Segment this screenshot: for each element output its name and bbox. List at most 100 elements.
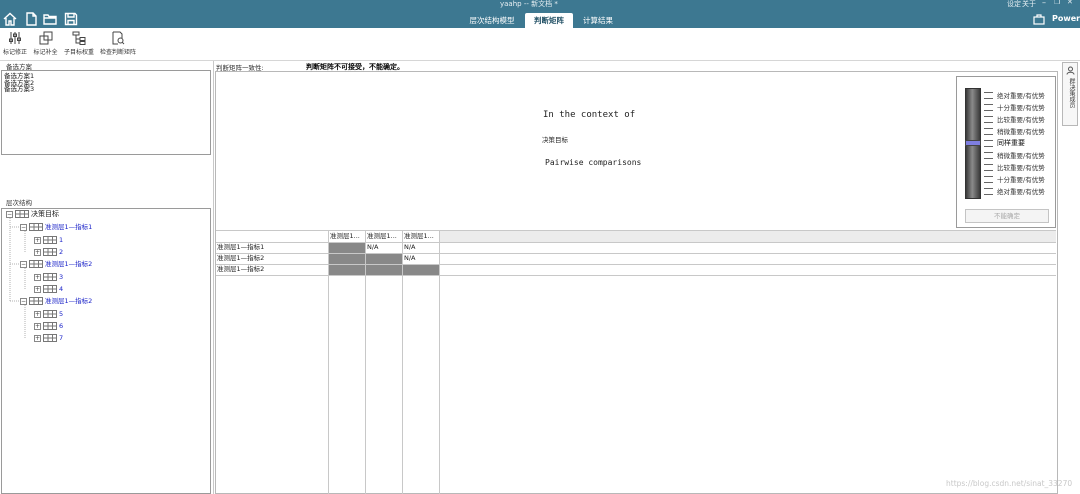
grid-line <box>402 231 403 494</box>
scale-tick <box>984 146 993 147</box>
alternative-item[interactable]: 备选方案3 <box>4 86 210 93</box>
grid-cell-mirrored <box>366 264 402 275</box>
scale-tick <box>984 98 993 99</box>
expand-icon[interactable]: + <box>34 322 41 330</box>
tree-root[interactable]: − 决策目标 <box>6 209 59 220</box>
side-tab-label: 群决策成员 <box>1068 78 1075 108</box>
uncertain-button[interactable]: 不能确定 <box>965 209 1049 223</box>
tab-hierarchy-model[interactable]: 层次结构模型 <box>464 13 520 28</box>
minimize-icon[interactable]: – <box>1042 0 1046 7</box>
scale-label: 绝对重要/有优势 <box>997 188 1045 196</box>
grid-node-icon <box>29 297 43 305</box>
hierarchy-panel <box>1 208 211 494</box>
grid-node-icon <box>43 322 57 330</box>
scale-tick <box>984 92 993 93</box>
scale-tick <box>984 170 993 171</box>
tree-leaf[interactable]: +2 <box>34 247 63 258</box>
tree-node-criterion[interactable]: − 准测层1—指标1 <box>20 222 92 233</box>
tree-leaf[interactable]: +4 <box>34 284 63 295</box>
grid-col-header[interactable]: 准测层1... <box>330 231 364 242</box>
new-document-icon[interactable] <box>24 12 38 26</box>
tree-node-criterion[interactable]: − 准测层1—指标2 <box>20 296 92 307</box>
scale-tick <box>984 110 993 111</box>
subgoal-weight-button[interactable]: 子目标权重 <box>62 30 96 59</box>
tree-leaf[interactable]: +7 <box>34 333 63 344</box>
mark-complete-label: 标记补全 <box>33 49 58 56</box>
check-matrix-button[interactable]: 检查判断矩阵 <box>98 30 138 59</box>
panel-splitter[interactable] <box>213 61 214 494</box>
open-folder-icon[interactable] <box>43 12 57 26</box>
tab-calculation-results[interactable]: 计算结果 <box>578 13 618 28</box>
grid-cell[interactable]: N/A <box>404 242 438 253</box>
grid-line <box>216 253 1056 254</box>
tree-leaf-label: 2 <box>59 248 64 256</box>
about-menu[interactable]: 关于 <box>1022 0 1036 9</box>
mark-complete-button[interactable]: 标记补全 <box>32 30 59 59</box>
matrix-panel <box>215 71 1058 494</box>
mark-correct-button[interactable]: 标记修正 <box>2 30 28 59</box>
collapse-icon[interactable]: − <box>6 210 13 218</box>
tree-node-criterion[interactable]: − 准测层1—指标2 <box>20 259 92 270</box>
watermark: https://blog.csdn.net/sinat_33270 <box>946 479 1073 488</box>
window-title: yaahp -- 新文档 * <box>500 0 558 8</box>
magnifier-document-icon <box>112 31 125 45</box>
home-icon[interactable] <box>3 12 17 26</box>
grid-row-header[interactable]: 准测层1—指标1 <box>217 242 327 253</box>
grid-row-header[interactable]: 准测层1—指标2 <box>217 253 327 264</box>
settings-menu[interactable]: 设定 <box>1007 0 1021 9</box>
tree-leaf[interactable]: +5 <box>34 309 63 320</box>
tree-leaf-label: 6 <box>59 322 64 330</box>
grid-line <box>216 275 1056 276</box>
tab-judgment-matrix[interactable]: 判断矩阵 <box>525 13 573 28</box>
subgoal-weight-label: 子目标权重 <box>63 49 94 56</box>
tree-node-label: 准测层1—指标1 <box>45 223 93 231</box>
collapse-icon[interactable]: − <box>20 297 27 305</box>
grid-node-icon <box>43 310 57 318</box>
scale-tick <box>984 152 993 153</box>
grid-line <box>216 264 1056 265</box>
hierarchy-icon <box>72 31 86 45</box>
grid-cell-mirrored <box>329 253 365 264</box>
expand-icon[interactable]: + <box>34 273 41 281</box>
scale-label: 稍微重要/有优势 <box>997 152 1045 160</box>
expand-icon[interactable]: + <box>34 236 41 244</box>
close-icon[interactable]: ✕ <box>1067 0 1073 6</box>
tree-leaf[interactable]: +6 <box>34 321 63 332</box>
tree-leaf[interactable]: +3 <box>34 272 63 283</box>
context-line: In the context of <box>543 110 636 120</box>
collapse-icon[interactable]: − <box>20 260 27 268</box>
restore-icon[interactable]: ❐ <box>1054 0 1060 6</box>
expand-icon[interactable]: + <box>34 285 41 293</box>
title-bar: yaahp -- 新文档 * 设定 关于 – ❐ ✕ 层次结构模型 判断矩阵 计… <box>0 0 1080 28</box>
scale-tick <box>984 140 993 141</box>
grid-col-header[interactable]: 准测层1... <box>404 231 438 242</box>
grid-row-header[interactable]: 准测层1—指标2 <box>217 264 327 275</box>
power-label[interactable]: Power <box>1052 14 1080 23</box>
grid-node-icon <box>29 223 43 231</box>
scale-tick <box>984 158 993 159</box>
hierarchy-title: 层次结构 <box>6 199 32 207</box>
expand-icon[interactable]: + <box>34 248 41 256</box>
grid-cell-diagonal <box>329 242 365 253</box>
expand-icon[interactable]: + <box>34 310 41 318</box>
scale-label: 稍微重要/有优势 <box>997 128 1045 136</box>
scale-tick <box>984 176 993 177</box>
save-icon[interactable] <box>64 12 78 26</box>
grid-node-icon <box>15 210 29 218</box>
expand-icon[interactable]: + <box>34 334 41 342</box>
collapse-icon[interactable]: − <box>20 223 27 231</box>
group-members-side-tab[interactable]: 群决策成员 <box>1062 62 1078 126</box>
grid-cell[interactable]: N/A <box>404 253 438 264</box>
tree-node-label: 准测层1—指标2 <box>45 260 93 268</box>
grid-col-header[interactable]: 准测层1... <box>367 231 401 242</box>
pairwise-line: Pairwise comparisons <box>545 158 642 167</box>
scale-label: 比较重要/有优势 <box>997 164 1045 172</box>
grid-node-icon <box>29 260 43 268</box>
scale-tick <box>984 122 993 123</box>
scale-slider-thumb[interactable] <box>965 140 981 146</box>
grid-node-icon <box>43 334 57 342</box>
context-target: 决策目标 <box>542 136 568 144</box>
tree-leaf[interactable]: +1 <box>34 235 63 246</box>
power-briefcase-icon <box>1033 14 1045 25</box>
grid-cell[interactable]: N/A <box>367 242 401 253</box>
